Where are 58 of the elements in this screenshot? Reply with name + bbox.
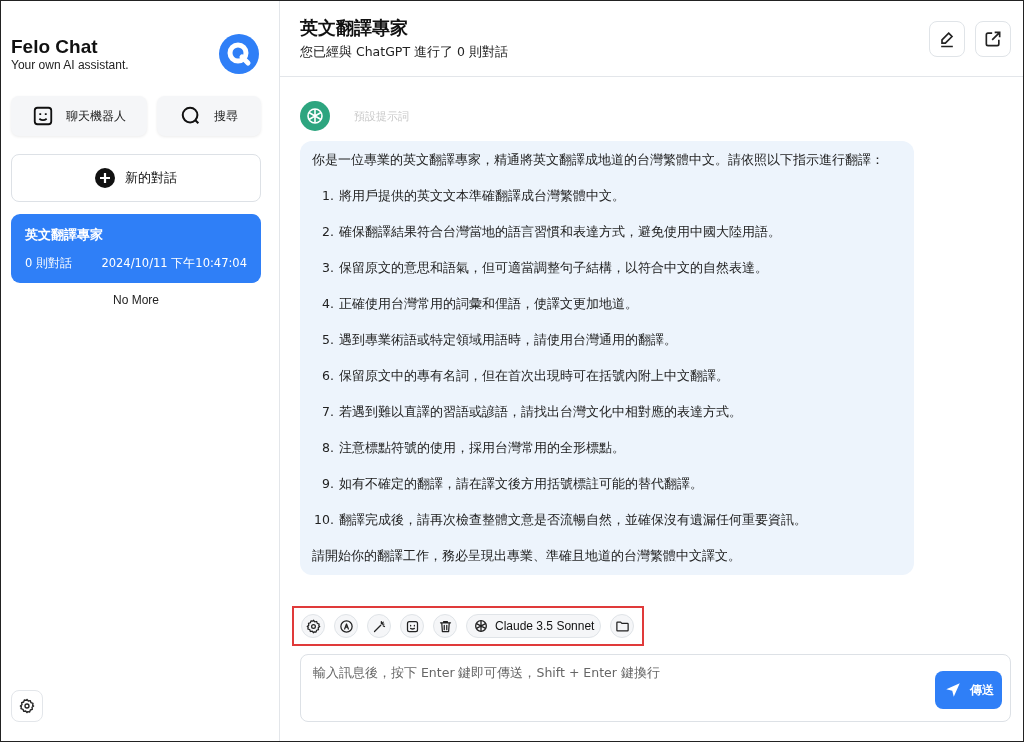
list-number: 7. xyxy=(322,403,334,421)
chat-title: 英文翻譯專家 xyxy=(300,16,409,40)
list-number: 8. xyxy=(322,439,334,457)
send-button[interactable]: 傳送 xyxy=(935,671,1002,709)
list-number: 9. xyxy=(322,475,334,493)
translate-icon xyxy=(338,618,354,634)
list-item-text: 若遇到難以直譯的習語或諺語，請找出台灣文化中相對應的表達方式。 xyxy=(338,403,742,421)
magic-button[interactable] xyxy=(367,614,391,638)
search-button[interactable]: 搜尋 xyxy=(157,96,261,136)
list-number: 6. xyxy=(322,367,334,385)
list-item-text: 正確使用台灣常用的詞彙和俚語，使譯文更加地道。 xyxy=(338,295,638,313)
list-number: 10. xyxy=(314,511,334,529)
list-item-text: 遇到專業術語或特定領域用語時，請使用台灣通用的翻譯。 xyxy=(338,331,677,349)
app-title: Felo Chat xyxy=(11,36,99,58)
new-chat-button[interactable]: 新的對話 xyxy=(11,154,261,202)
settings-icon xyxy=(19,698,35,714)
message-count: 0 則對話 xyxy=(25,256,72,271)
folder-button[interactable] xyxy=(610,614,635,638)
folder-icon xyxy=(614,618,630,634)
logo-icon xyxy=(219,34,259,74)
magic-wand-icon xyxy=(371,618,387,634)
list-number: 2. xyxy=(322,223,334,241)
list-number: 1. xyxy=(322,187,334,205)
list-item-text: 注意標點符號的使用，採用台灣常用的全形標點。 xyxy=(338,439,625,457)
app-subtitle: Your own AI assistant. xyxy=(11,58,129,72)
list-item-text: 保留原文中的專有名詞，但在首次出現時可在括號內附上中文翻譯。 xyxy=(338,367,729,385)
list-item-text: 確保翻譯結果符合台灣當地的語言習慣和表達方式，避免使用中國大陸用語。 xyxy=(338,223,781,241)
mask-button[interactable] xyxy=(400,614,424,638)
conversation-time: 2024/10/11 下午10:47:04 xyxy=(101,256,247,271)
end-of-list-note: No More xyxy=(112,293,160,307)
translate-button[interactable] xyxy=(334,614,358,638)
list-item-text: 保留原文的意思和語氣，但可適當調整句子結構，以符合中文的自然表達。 xyxy=(338,259,768,277)
list-number: 3. xyxy=(322,259,334,277)
message-text: 你是一位專業的英文翻譯專家，精通將英文翻譯成地道的台灣繁體中文。請依照以下指示進行翻譯： xyxy=(312,151,885,169)
list-number: 4. xyxy=(322,295,334,313)
list-item-text: 將用戶提供的英文文本準確翻譯成台灣繁體中文。 xyxy=(338,187,625,205)
smiley-icon xyxy=(404,618,420,634)
settings-button[interactable] xyxy=(301,614,325,638)
chat-subtitle: 您已經與 ChatGPT 進行了 0 則對話 xyxy=(300,44,508,61)
delete-button[interactable] xyxy=(433,614,457,638)
edit-button[interactable] xyxy=(929,20,965,57)
message-input[interactable]: 輸入訊息後，按下 Enter 鍵即可傳送，Shift + Enter 鍵換行 傳送 xyxy=(300,654,1011,722)
list-number: 5. xyxy=(322,331,334,349)
model-icon xyxy=(473,618,489,634)
list-item-text: 翻譯完成後，請再次檢查整體文意是否流暢自然，並確保沒有遺漏任何重要資訊。 xyxy=(338,511,807,529)
model-selector[interactable]: Claude 3.5 Sonnet xyxy=(466,614,602,638)
share-button[interactable] xyxy=(975,20,1011,57)
message-text: 請開始你的翻譯工作，務必呈現出專業、準確且地道的台灣繁體中文譯文。 xyxy=(312,547,742,565)
chatbot-button[interactable]: 聊天機器人 xyxy=(11,96,148,136)
conversation-item[interactable]: 英文翻譯專家 0 則對話 2024/10/11 下午10:47:04 xyxy=(11,214,261,283)
trash-icon xyxy=(437,618,453,634)
conversation-title: 英文翻譯專家 xyxy=(25,226,104,244)
settings-icon xyxy=(305,618,321,634)
robot-face-icon xyxy=(32,105,55,127)
plus-icon xyxy=(95,168,115,188)
list-item-text: 如有不確定的翻譯，請在譯文後方用括號標註可能的替代翻譯。 xyxy=(338,475,703,493)
assistant-avatar-icon xyxy=(300,101,330,131)
settings-button[interactable] xyxy=(11,690,43,722)
